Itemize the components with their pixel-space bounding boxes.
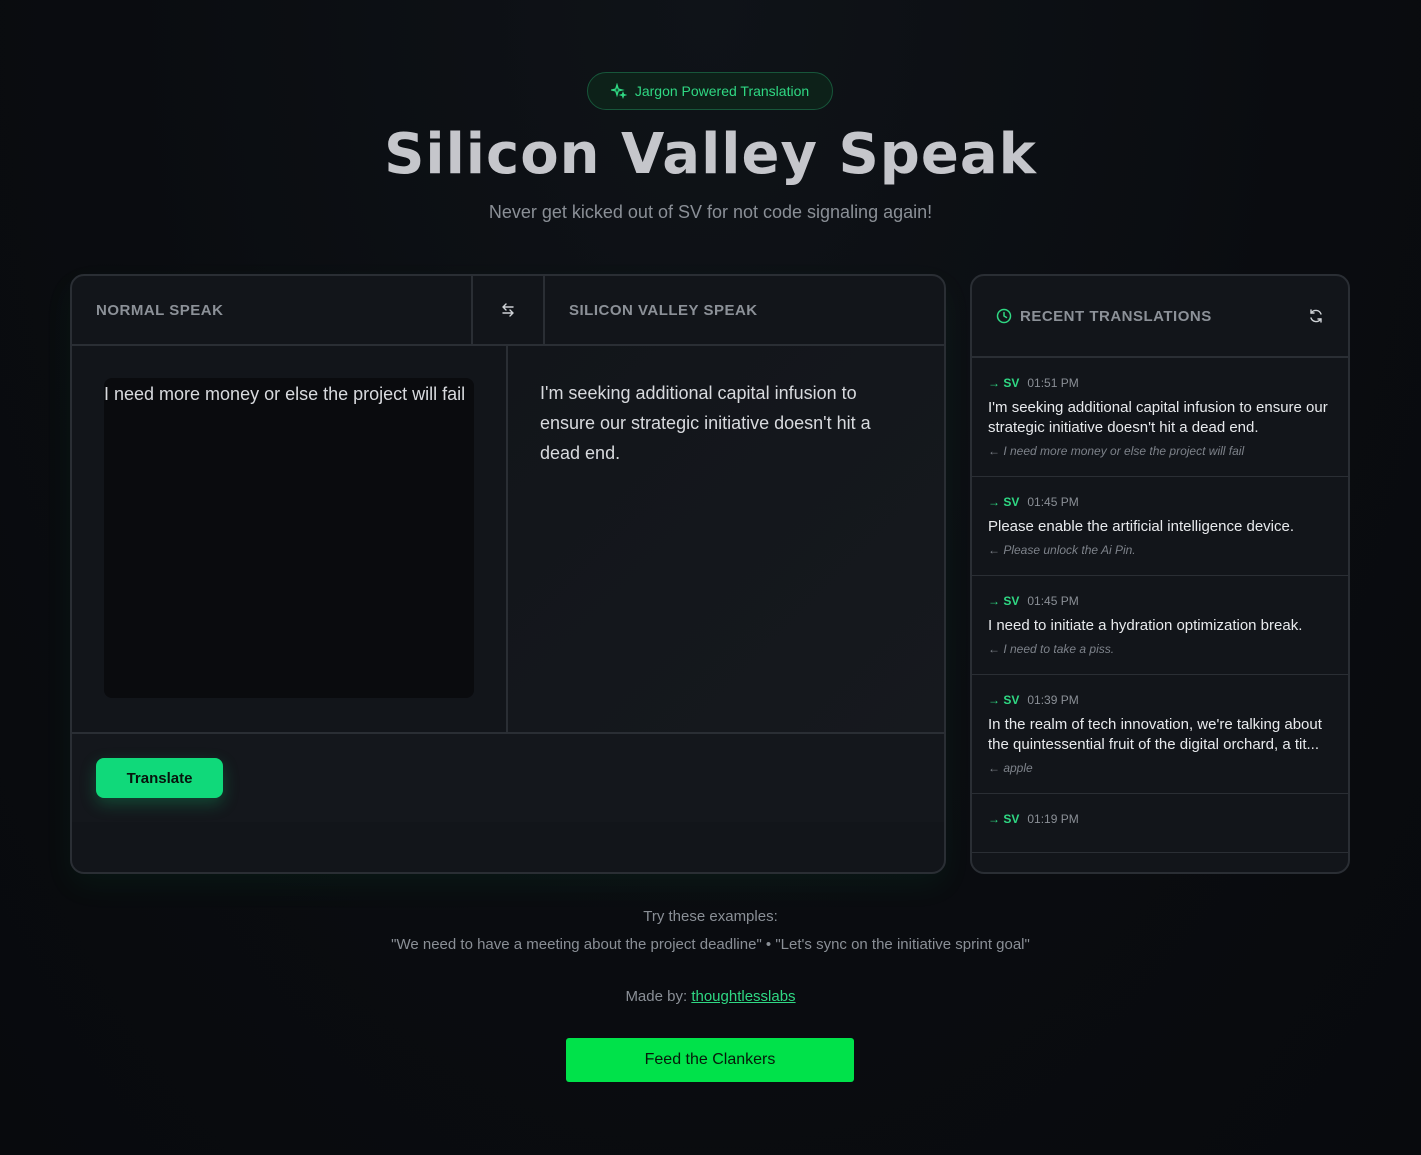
sv-tag: → SV — [988, 376, 1020, 390]
source-language-label: NORMAL SPEAK — [96, 301, 224, 319]
timestamp: 01:51 PM — [1027, 376, 1079, 390]
page-title: Silicon Valley Speak — [384, 122, 1037, 187]
sv-tag: → SV — [988, 812, 1020, 826]
made-by-label: Made by: — [625, 988, 688, 1005]
author-link[interactable]: thoughtlesslabs — [691, 988, 795, 1005]
clock-icon — [996, 308, 1012, 324]
translated-text: In the realm of tech innovation, we're t… — [988, 716, 1322, 753]
made-by: Made by: thoughtlesslabs — [0, 988, 1421, 1005]
timestamp: 01:39 PM — [1027, 693, 1079, 707]
sparkles-icon — [610, 83, 627, 99]
list-item[interactable]: → SV 01:51 PM I'm seeking additional capi… — [972, 358, 1348, 477]
sv-tag: → SV — [988, 594, 1020, 608]
timestamp: 01:45 PM — [1027, 495, 1079, 509]
sv-tag: → SV — [988, 693, 1020, 707]
source-input[interactable] — [104, 378, 474, 698]
recent-header: RECENT TRANSLATIONS — [972, 276, 1348, 358]
list-item[interactable]: → SV 01:45 PM Please enable the artificia… — [972, 477, 1348, 576]
page-subtitle: Never get kicked out of SV for not code … — [488, 202, 933, 222]
source-text: ← apple — [988, 761, 1033, 775]
timestamp: 01:45 PM — [1027, 594, 1079, 608]
badge-label: Jargon Powered Translation — [634, 83, 810, 99]
source-pane — [72, 346, 508, 732]
jargon-badge: Jargon Powered Translation — [587, 72, 833, 110]
target-language-label: SILICON VALLEY SPEAK — [569, 301, 758, 319]
refresh-icon[interactable] — [1308, 308, 1324, 324]
timestamp: 01:19 PM — [1027, 812, 1079, 826]
source-text: ← I need more money or else the project … — [988, 444, 1245, 458]
swap-arrows-icon — [502, 303, 514, 317]
list-item[interactable]: → SV 01:39 PM In the realm of tech innova… — [972, 675, 1348, 794]
translated-text: I'm seeking additional capital infusion … — [988, 399, 1328, 436]
list-item[interactable]: → SV 01:19 PM — [972, 794, 1348, 853]
source-text: ← I need to take a piss. — [988, 642, 1115, 656]
output-text: I'm seeking additional capital infusion … — [540, 383, 871, 463]
translator-header: NORMAL SPEAK SILICON VALLEY SPEAK — [72, 276, 944, 346]
list-item[interactable]: → SV 01:45 PM I need to initiate a hydrat… — [972, 576, 1348, 675]
source-text: ← Please unlock the Ai Pin. — [988, 543, 1136, 557]
swap-button[interactable] — [471, 276, 545, 344]
sv-tag: → SV — [988, 495, 1020, 509]
examples-text: "We need to have a meeting about the pro… — [391, 936, 1030, 953]
recent-title: RECENT TRANSLATIONS — [1020, 307, 1212, 325]
translate-button[interactable]: Translate — [96, 758, 223, 798]
feed-the-clankers-button[interactable]: Feed the Clankers — [566, 1038, 854, 1082]
examples-label: Try these examples: — [643, 908, 778, 925]
translator-card: NORMAL SPEAK SILICON VALLEY SPEAK I'm se… — [70, 274, 946, 874]
translated-text: Please enable the artificial intelligenc… — [988, 518, 1295, 535]
translated-text: I need to initiate a hydration optimizat… — [988, 617, 1303, 634]
translator-footer: Translate — [72, 732, 944, 822]
recent-translations-panel: RECENT TRANSLATIONS → SV 01:51 PM I'm see… — [970, 274, 1350, 874]
output-pane: I'm seeking additional capital infusion … — [508, 346, 944, 732]
